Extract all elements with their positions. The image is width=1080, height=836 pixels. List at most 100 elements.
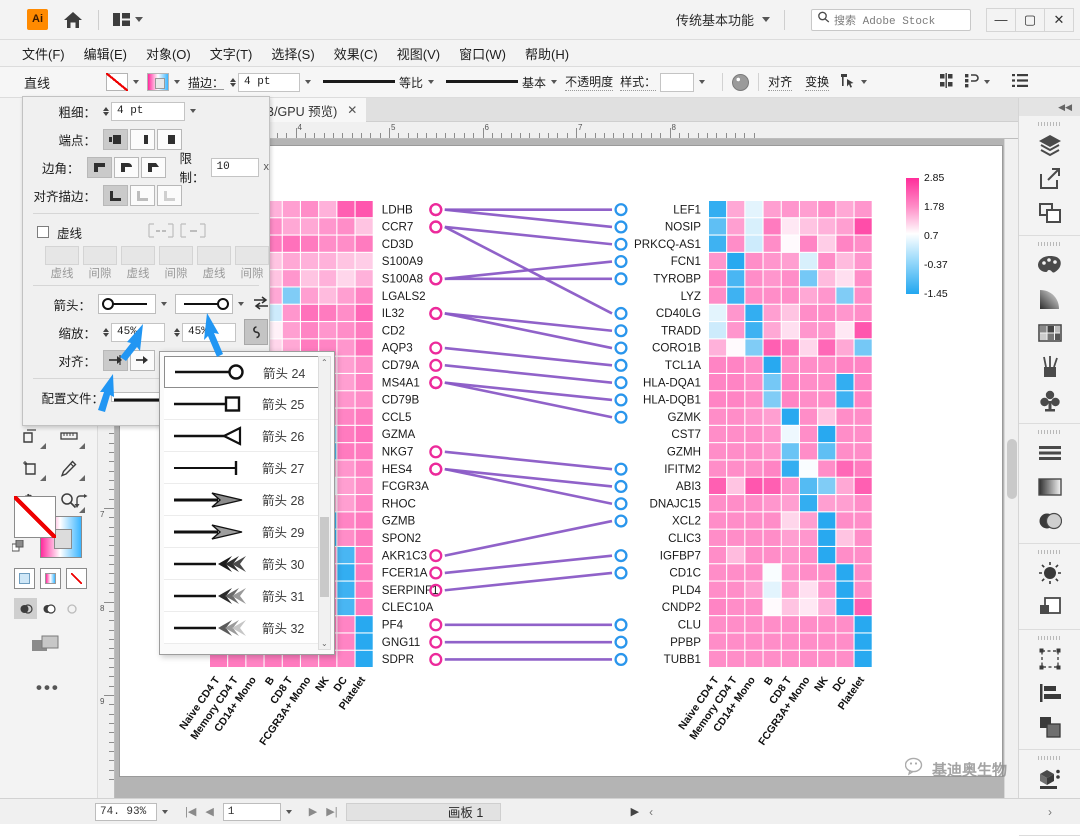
menu-item-help[interactable]: 帮助(H) (525, 44, 569, 63)
stock-search-input[interactable]: 搜索 Adobe Stock (811, 8, 971, 31)
dash-exact-icon[interactable] (180, 223, 206, 241)
swap-arrowheads-icon[interactable] (253, 295, 269, 313)
scale-end-stepper[interactable] (174, 327, 180, 337)
properties-list-icon[interactable] (1012, 74, 1029, 90)
dock-grip-5[interactable] (1019, 633, 1080, 642)
align-label[interactable]: 对齐 (768, 73, 793, 91)
miter-join-icon[interactable] (86, 156, 112, 178)
arrowhead-dropdown[interactable]: 箭头 24 箭头 25 箭头 26 箭头 27 箭头 28 箭头 29 箭头 30 箭头 31… (159, 351, 335, 655)
selection-cursor-icon[interactable] (840, 73, 856, 92)
gap-input-1[interactable] (83, 246, 117, 265)
stroke-chevron-icon[interactable] (174, 80, 181, 84)
align-panel-icon[interactable] (1019, 436, 1080, 470)
fill-color-swatch[interactable] (106, 73, 129, 91)
scale-start-stepper[interactable] (103, 327, 109, 337)
zoom-level-input[interactable]: 74. 93% (95, 802, 157, 821)
arrowhead-option[interactable]: 箭头 25 (164, 388, 331, 420)
stroke-weight-input[interactable]: 4 pt (238, 72, 301, 92)
weight-chevron-icon[interactable] (190, 109, 196, 113)
transparency-icon[interactable] (1019, 470, 1080, 504)
arrowhead-start-select[interactable] (98, 294, 156, 314)
status-next-icon[interactable]: › (1048, 805, 1052, 819)
screen-mode-icon[interactable] (32, 635, 60, 660)
fill-swatch[interactable] (14, 496, 56, 538)
stroke-weight-chevron-icon[interactable] (305, 80, 312, 84)
default-fill-stroke-icon[interactable] (11, 539, 26, 559)
scale-end-input[interactable]: 45% (182, 322, 236, 342)
stroke-weight-label[interactable]: 描边： (188, 74, 224, 91)
transform-chevron-icon[interactable] (861, 80, 868, 84)
arrowhead-option[interactable]: 箭头 32 (164, 612, 331, 644)
arrowhead-start-chevron-icon[interactable] (161, 302, 167, 306)
weight-input[interactable]: 4 pt (111, 101, 185, 121)
appearance-icon[interactable] (1019, 504, 1080, 538)
transform-label[interactable]: 变换 (805, 73, 830, 91)
last-artboard-icon[interactable]: ▶| (326, 805, 337, 818)
first-artboard-icon[interactable]: |◀ (185, 805, 196, 818)
asset-export-icon[interactable] (1019, 762, 1080, 796)
projecting-cap-icon[interactable] (157, 128, 182, 150)
stroke-weight-stepper[interactable] (230, 77, 237, 87)
butt-cap-icon[interactable] (103, 128, 128, 150)
arrowhead-option[interactable]: 箭头 27 (164, 452, 331, 484)
artboard-number-input[interactable]: 1 (222, 802, 281, 821)
align-outside-stroke-icon[interactable] (157, 184, 182, 206)
tool-slice[interactable] (10, 452, 49, 484)
pathfinder-icon[interactable] (964, 73, 979, 91)
gradient-button[interactable] (40, 568, 61, 589)
align-inside-stroke-icon[interactable] (130, 184, 155, 206)
dropdown-scrollbar[interactable]: ⌃ ⌄ (318, 356, 331, 650)
group-objects-icon[interactable] (1019, 710, 1080, 744)
dock-grip-1[interactable] (1019, 119, 1080, 128)
effects-icon[interactable] (1019, 556, 1080, 590)
vertical-scroll-thumb[interactable] (1007, 439, 1017, 499)
close-button[interactable]: ✕ (1044, 7, 1074, 32)
color-palette-icon[interactable] (1019, 248, 1080, 282)
dock-grip-3[interactable] (1019, 427, 1080, 436)
dash-input-1[interactable] (45, 246, 79, 265)
maximize-button[interactable]: ▢ (1015, 7, 1045, 32)
stroke-color-swatch[interactable] (147, 73, 170, 91)
collapse-panels-icon[interactable]: ◀◀ (1019, 98, 1080, 116)
arrowhead-option[interactable]: 箭头 24 (164, 356, 331, 388)
arrowhead-option[interactable]: 箭头 31 (164, 580, 331, 612)
zoom-chevron-icon[interactable] (162, 809, 168, 814)
style-chevron-icon[interactable] (699, 80, 706, 84)
dock-grip-4[interactable] (1019, 547, 1080, 556)
edit-toolbar-icon[interactable]: ••• (36, 678, 60, 698)
arrowhead-end-select[interactable] (175, 294, 233, 314)
swatches-icon[interactable] (1019, 316, 1080, 350)
menu-item-type[interactable]: 文字(T) (210, 44, 253, 63)
menu-item-effect[interactable]: 效果(C) (334, 44, 378, 63)
export-icon[interactable] (1019, 162, 1080, 196)
dock-grip-2[interactable] (1019, 239, 1080, 248)
dash-preserve-icon[interactable] (148, 223, 174, 241)
symbols-icon[interactable] (1019, 384, 1080, 418)
menu-item-file[interactable]: 文件(F) (22, 44, 65, 63)
gap-input-2[interactable] (159, 246, 193, 265)
scroll-down-icon[interactable]: ⌄ (321, 639, 328, 648)
align-center-stroke-icon[interactable] (103, 184, 128, 206)
arrowhead-option[interactable]: 箭头 29 (164, 516, 331, 548)
brush-chevron-icon[interactable] (551, 80, 558, 84)
dash-input-2[interactable] (121, 246, 155, 265)
status-play-icon[interactable]: ▶ (631, 805, 639, 818)
fill-chevron-icon[interactable] (133, 80, 140, 84)
gradient-icon[interactable] (1019, 282, 1080, 316)
minimize-button[interactable]: — (986, 7, 1016, 32)
opacity-label[interactable]: 不透明度 (565, 73, 614, 91)
home-icon[interactable] (62, 9, 84, 31)
menu-item-window[interactable]: 窗口(W) (459, 44, 506, 63)
dashed-line-checkbox[interactable] (37, 226, 49, 238)
workspace-chevron-icon[interactable] (762, 17, 770, 22)
draw-inside-icon[interactable] (60, 598, 83, 619)
layers-icon[interactable] (1019, 128, 1080, 162)
pathfinder-chevron-icon[interactable] (984, 80, 991, 84)
miter-limit-input[interactable]: 10 (210, 157, 259, 177)
canvas-vertical-scrollbar[interactable] (1004, 139, 1018, 798)
artboard-chevron-icon[interactable] (285, 809, 292, 814)
color-button[interactable] (14, 568, 35, 589)
tool-pen[interactable] (49, 452, 88, 484)
arrange-documents-button[interactable] (113, 13, 143, 26)
style-preview[interactable] (660, 72, 695, 92)
